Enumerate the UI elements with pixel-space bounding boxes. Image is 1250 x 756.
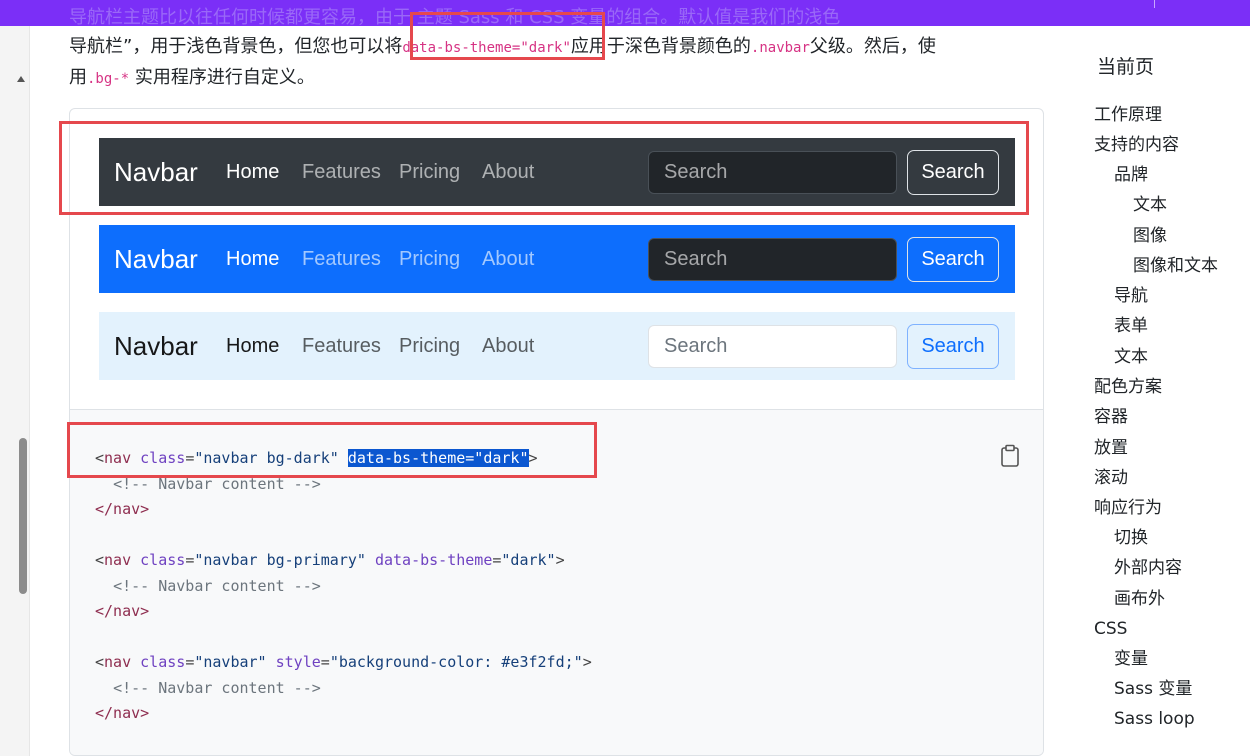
left-scroll-gutter	[0, 26, 30, 756]
search-button[interactable]: Search	[907, 324, 999, 369]
nav-link-home[interactable]: Home	[226, 334, 279, 358]
toc-item[interactable]: 文本	[1114, 346, 1148, 368]
scroll-up-arrow-icon[interactable]	[17, 76, 25, 82]
nav-link-pricing[interactable]: Pricing	[399, 247, 460, 271]
intro-text-5: 实用程序进行自定义。	[129, 67, 315, 88]
toc-item[interactable]: 切换	[1114, 527, 1148, 549]
navbar-brand[interactable]: Navbar	[114, 330, 198, 362]
code-line: </nav>	[95, 704, 150, 722]
navbar-light-blue: Navbar Home Features Pricing About Searc…	[99, 312, 1015, 380]
code-line: </nav>	[95, 602, 150, 620]
nav-link-about[interactable]: About	[482, 334, 534, 358]
toc-item[interactable]: 滚动	[1094, 467, 1128, 489]
toc-item[interactable]: 响应行为	[1094, 497, 1162, 519]
nav-link-features[interactable]: Features	[302, 334, 381, 358]
toc-item[interactable]: 图像和文本	[1133, 255, 1218, 277]
toc-item[interactable]: 支持的内容	[1094, 134, 1179, 156]
toc-item[interactable]: 配色方案	[1094, 376, 1162, 398]
toc-item[interactable]: 容器	[1094, 406, 1128, 428]
inline-code-bg: .bg-*	[87, 71, 130, 87]
toc-item[interactable]: 导航	[1114, 285, 1148, 307]
toc-item[interactable]: 品牌	[1114, 164, 1148, 186]
navbar-brand[interactable]: Navbar	[114, 243, 198, 275]
toc-item[interactable]: 画布外	[1114, 588, 1165, 610]
intro-text-4: 用	[69, 67, 87, 88]
top-banner-divider	[1154, 0, 1155, 8]
navbar-primary: Navbar Home Features Pricing About Searc…	[99, 225, 1015, 293]
toc-item[interactable]: CSS	[1094, 618, 1127, 640]
toc-item[interactable]: 文本	[1133, 194, 1167, 216]
scrollbar-thumb[interactable]	[19, 438, 27, 594]
toc-item[interactable]: 变量	[1114, 648, 1148, 670]
toc-item[interactable]: 图像	[1133, 225, 1167, 247]
code-line: <nav class="navbar bg-primary" data-bs-t…	[95, 551, 565, 569]
top-banner: 导航栏主题比以往任何时候都更容易，由于 主题 Sass 和 CSS 变量的组合。…	[0, 0, 1250, 26]
toc-item[interactable]: 放置	[1094, 437, 1128, 459]
intro-text-1: 导航栏”，用于浅色背景色，但您也可以将	[69, 36, 403, 57]
nav-link-about[interactable]: About	[482, 247, 534, 271]
search-input[interactable]: Search	[648, 325, 897, 368]
toc-title: 当前页	[1097, 57, 1155, 78]
nav-link-pricing[interactable]: Pricing	[399, 334, 460, 358]
search-button[interactable]: Search	[907, 237, 999, 282]
annotation-box-inline-code	[410, 12, 605, 60]
clipboard-copy-icon[interactable]	[999, 444, 1021, 468]
toc-item[interactable]: Sass 变量	[1114, 678, 1192, 700]
toc-item[interactable]: 工作原理	[1094, 104, 1162, 126]
code-line: <nav class="navbar" style="background-co…	[95, 653, 592, 671]
code-line: </nav>	[95, 500, 150, 518]
code-comment: <!-- Navbar content -->	[113, 679, 321, 697]
toc-item[interactable]: 表单	[1114, 315, 1148, 337]
search-input[interactable]: Search	[648, 238, 897, 281]
toc-item[interactable]: Sass loop	[1114, 708, 1195, 730]
toc-item[interactable]: 外部内容	[1114, 557, 1182, 579]
inline-code-navbar: .navbar	[750, 40, 810, 56]
annotation-box-dark-navbar	[59, 121, 1029, 215]
nav-link-home[interactable]: Home	[226, 247, 279, 271]
table-of-contents: 当前页	[1094, 54, 1250, 104]
annotation-box-code-line	[67, 422, 597, 478]
code-comment: <!-- Navbar content -->	[113, 577, 321, 595]
intro-text-3: 父级。然后，使	[809, 36, 936, 57]
nav-link-features[interactable]: Features	[302, 247, 381, 271]
